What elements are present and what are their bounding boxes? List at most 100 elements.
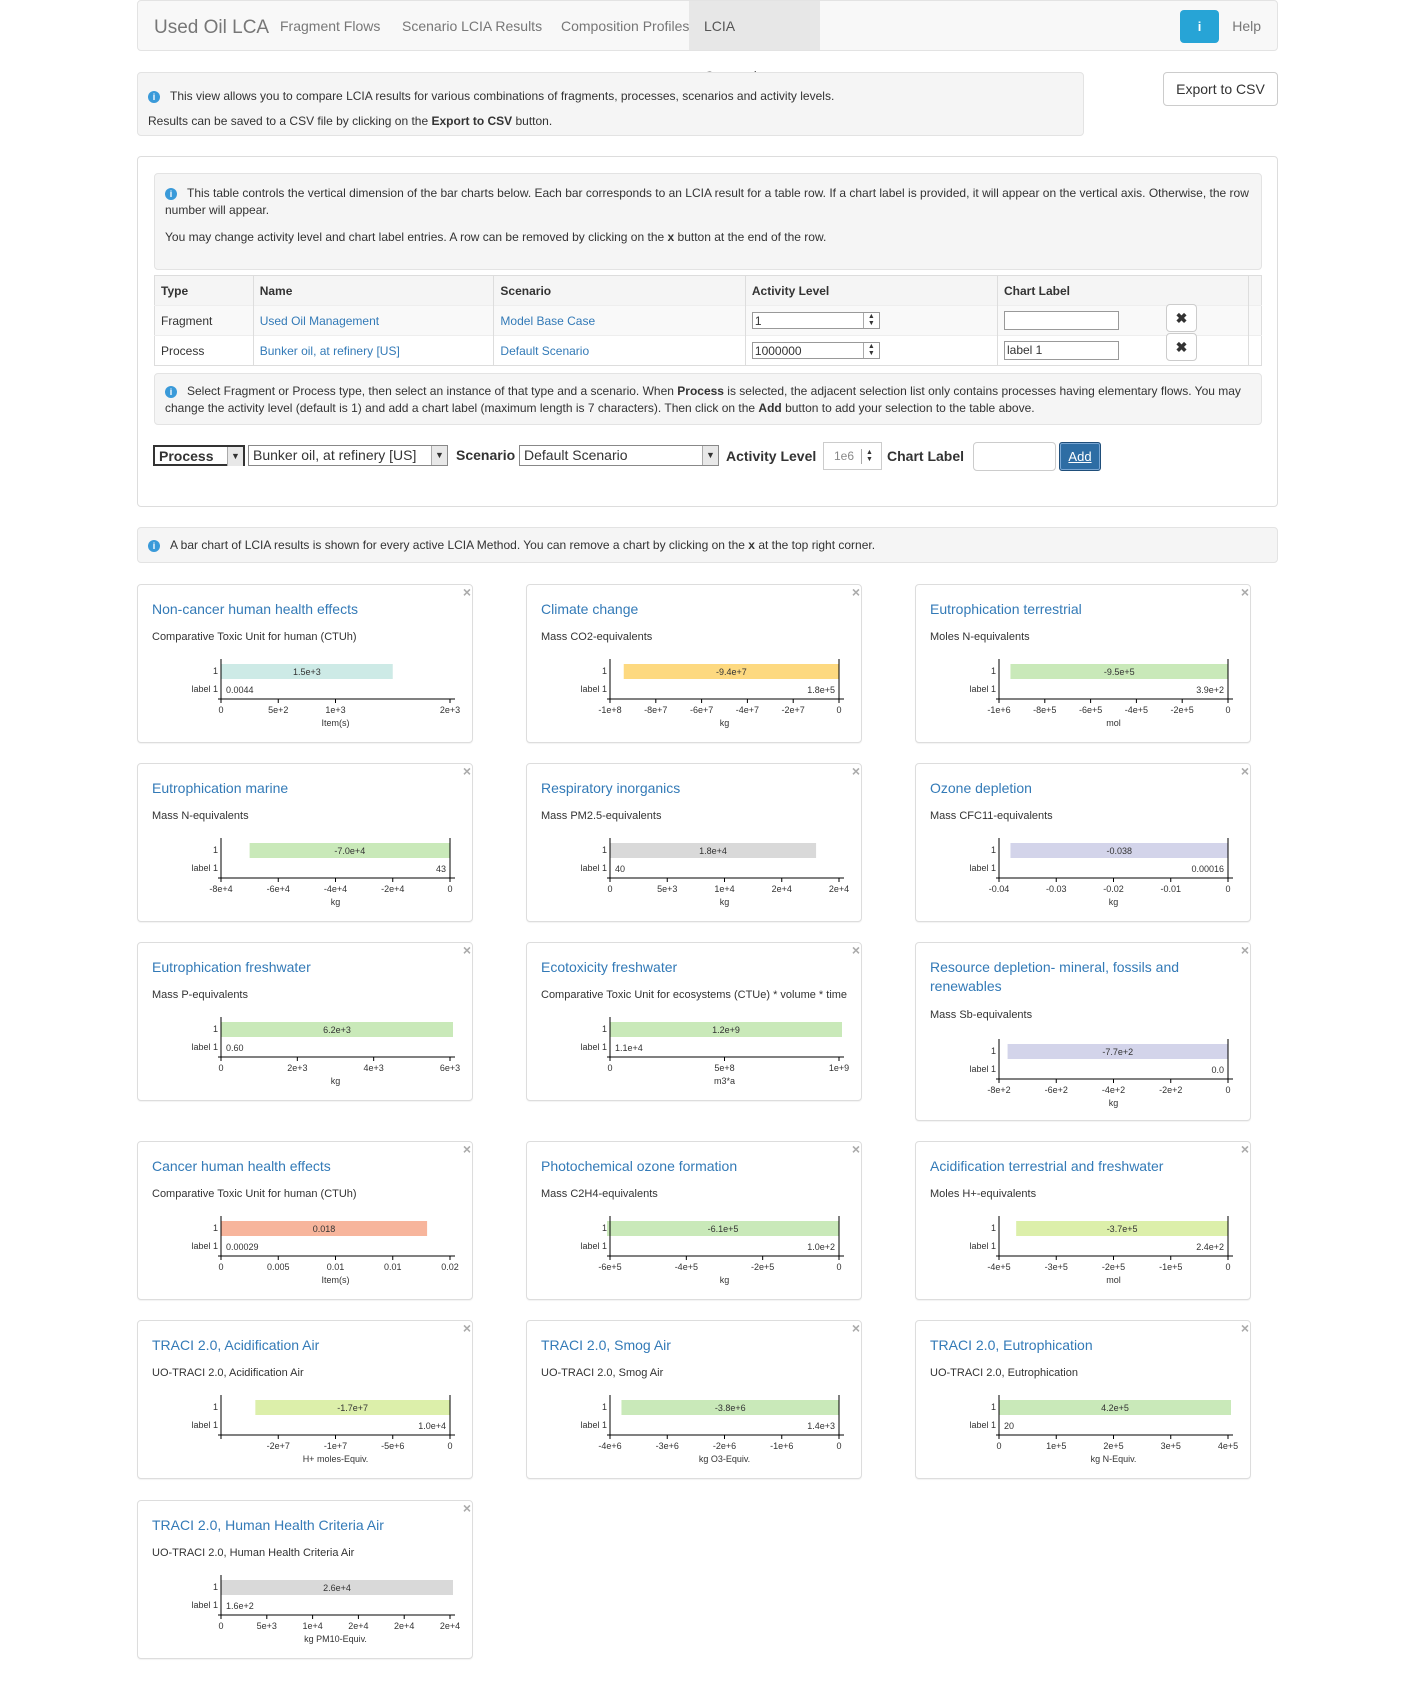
- col-name: Name: [253, 275, 495, 306]
- nav-scenario-lcia-results[interactable]: Scenario LCIA Results: [387, 1, 557, 50]
- category-label: 1: [602, 1223, 607, 1233]
- chart-title[interactable]: Resource depletion- mineral, fossils and…: [930, 958, 1220, 996]
- close-icon[interactable]: ×: [1241, 764, 1249, 778]
- close-icon[interactable]: ×: [1241, 943, 1249, 957]
- x-tick-label: -2e+5: [1102, 1262, 1125, 1272]
- x-tick-label: 0: [607, 884, 612, 894]
- category-label: 1: [602, 666, 607, 676]
- charts-help-text2: at the top right corner.: [754, 538, 876, 552]
- chart-title[interactable]: Eutrophication freshwater: [152, 958, 442, 977]
- chart-title[interactable]: Cancer human health effects: [152, 1157, 442, 1176]
- x-tick-label: -4e+5: [1125, 705, 1148, 715]
- chart-title[interactable]: Eutrophication terrestrial: [930, 600, 1220, 619]
- close-icon[interactable]: ×: [463, 1321, 471, 1335]
- close-icon[interactable]: ×: [1241, 585, 1249, 599]
- scenario-select-value: Default Scenario: [524, 447, 628, 463]
- chart-subtitle: Mass C2H4-equivalents: [541, 1188, 658, 1200]
- chart-panel: Resource depletion- mineral, fossils and…: [915, 942, 1251, 1121]
- x-tick-label: -8e+7: [644, 705, 667, 715]
- x-tick-label: -3e+6: [656, 1441, 679, 1451]
- activity-level-field[interactable]: 1e6 ▲ ▼: [823, 442, 882, 470]
- close-icon[interactable]: ×: [463, 585, 471, 599]
- close-icon[interactable]: ×: [852, 1142, 860, 1156]
- chart-title[interactable]: Climate change: [541, 600, 831, 619]
- close-icon[interactable]: ×: [463, 1142, 471, 1156]
- chart-title[interactable]: Acidification terrestrial and freshwater: [930, 1157, 1220, 1176]
- chart-title[interactable]: Ozone depletion: [930, 779, 1220, 798]
- spinner-icon[interactable]: ▲ ▼: [862, 313, 879, 328]
- close-icon[interactable]: ×: [463, 943, 471, 957]
- x-tick-label: 2e+4: [394, 1621, 414, 1631]
- data-label: 0.0: [1211, 1065, 1224, 1075]
- intro-line2-end: button.: [512, 114, 553, 128]
- category-label: label 1: [969, 1064, 996, 1074]
- chart-title[interactable]: TRACI 2.0, Smog Air: [541, 1336, 831, 1355]
- close-icon[interactable]: ×: [1241, 1142, 1249, 1156]
- spinner-icon[interactable]: ▲ ▼: [862, 343, 879, 358]
- x-axis-label: kg PM10-Equiv.: [304, 1634, 367, 1644]
- chart-label-field[interactable]: [973, 442, 1056, 471]
- intro-bold: Export to CSV: [431, 114, 513, 128]
- chart-label-input[interactable]: [1003, 311, 1119, 330]
- x-tick-label: 0: [607, 1063, 612, 1073]
- scenario-select[interactable]: Default Scenario ▼: [519, 445, 719, 466]
- close-icon[interactable]: ×: [852, 585, 860, 599]
- data-label: 1.0e+2: [807, 1242, 835, 1252]
- activity-level-label: Activity Level: [726, 448, 817, 464]
- x-axis-label: Item(s): [322, 1275, 350, 1285]
- chart-title[interactable]: TRACI 2.0, Human Health Criteria Air: [152, 1516, 442, 1535]
- close-icon[interactable]: ×: [463, 1501, 471, 1515]
- close-icon[interactable]: ×: [852, 943, 860, 957]
- x-axis-label: kg: [331, 897, 341, 907]
- activity-level-input[interactable]: 1000000 ▲ ▼: [751, 342, 880, 359]
- instance-select[interactable]: Bunker oil, at refinery [US] ▼: [248, 445, 448, 466]
- x-tick-label: -4e+4: [324, 884, 347, 894]
- close-icon[interactable]: ×: [1241, 1321, 1249, 1335]
- nav-fragment-flows[interactable]: Fragment Flows: [265, 1, 395, 50]
- remove-row-button[interactable]: ✖: [1166, 333, 1197, 361]
- activity-value: 1: [754, 314, 762, 328]
- select-help-text: Select Fragment or Process type, then se…: [187, 384, 678, 398]
- activity-level-input[interactable]: 1 ▲ ▼: [751, 312, 880, 329]
- data-label: -1.7e+7: [337, 1403, 368, 1413]
- x-axis-label: kg: [720, 1275, 730, 1285]
- close-icon[interactable]: ×: [852, 764, 860, 778]
- type-select[interactable]: Process ▼: [153, 445, 245, 466]
- data-label: 6.2e+3: [323, 1025, 351, 1035]
- chart-title[interactable]: Respiratory inorganics: [541, 779, 831, 798]
- x-tick-label: 0.01: [384, 1262, 402, 1272]
- table-help-well: i This table controls the vertical dimens…: [154, 173, 1262, 270]
- row-name-link[interactable]: Used Oil Management: [260, 314, 379, 328]
- chart-title[interactable]: Photochemical ozone formation: [541, 1157, 831, 1176]
- category-label: label 1: [580, 1042, 607, 1052]
- chart-title[interactable]: TRACI 2.0, Eutrophication: [930, 1336, 1220, 1355]
- data-label: 40: [615, 864, 625, 874]
- info-button[interactable]: i: [1180, 10, 1219, 43]
- remove-row-button[interactable]: ✖: [1166, 304, 1197, 332]
- row-scenario-link[interactable]: Model Base Case: [500, 314, 595, 328]
- chart-label-input[interactable]: label 1: [1003, 341, 1119, 360]
- help-link[interactable]: Help: [1232, 1, 1261, 51]
- chart-subtitle: Mass P-equivalents: [152, 989, 248, 1001]
- chevron-down-icon: ▼: [702, 446, 718, 465]
- chart-title[interactable]: Ecotoxicity freshwater: [541, 958, 831, 977]
- spinner-icon[interactable]: ▲ ▼: [861, 449, 877, 464]
- close-icon[interactable]: ×: [852, 1321, 860, 1335]
- add-button[interactable]: Add: [1059, 442, 1101, 471]
- nav-composition-profiles[interactable]: Composition Profiles: [546, 1, 704, 50]
- chart-title[interactable]: Eutrophication marine: [152, 779, 442, 798]
- chart-title[interactable]: TRACI 2.0, Acidification Air: [152, 1336, 442, 1355]
- row-name-link[interactable]: Bunker oil, at refinery [US]: [260, 344, 400, 358]
- nav-lcia-comparison[interactable]: LCIA Comparison: [689, 1, 820, 84]
- close-icon[interactable]: ×: [463, 764, 471, 778]
- x-tick-label: 1e+4: [714, 884, 734, 894]
- chart-title[interactable]: Non-cancer human health effects: [152, 600, 442, 619]
- row-scenario-link[interactable]: Default Scenario: [500, 344, 589, 358]
- x-tick-label: 0: [447, 1441, 452, 1451]
- export-csv-button[interactable]: Export to CSV: [1163, 72, 1278, 106]
- x-tick-label: -2e+7: [267, 1441, 290, 1451]
- x-tick-label: -8e+5: [1033, 705, 1056, 715]
- brand[interactable]: Used Oil LCA: [154, 17, 269, 39]
- chart-plot: 1 -6.1e+5 label 1 1.0e+2 -6e+5 -4e+5 -2e+5 0 kg: [580, 1216, 844, 1285]
- intro-well: i This view allows you to compare LCIA re…: [137, 72, 1084, 136]
